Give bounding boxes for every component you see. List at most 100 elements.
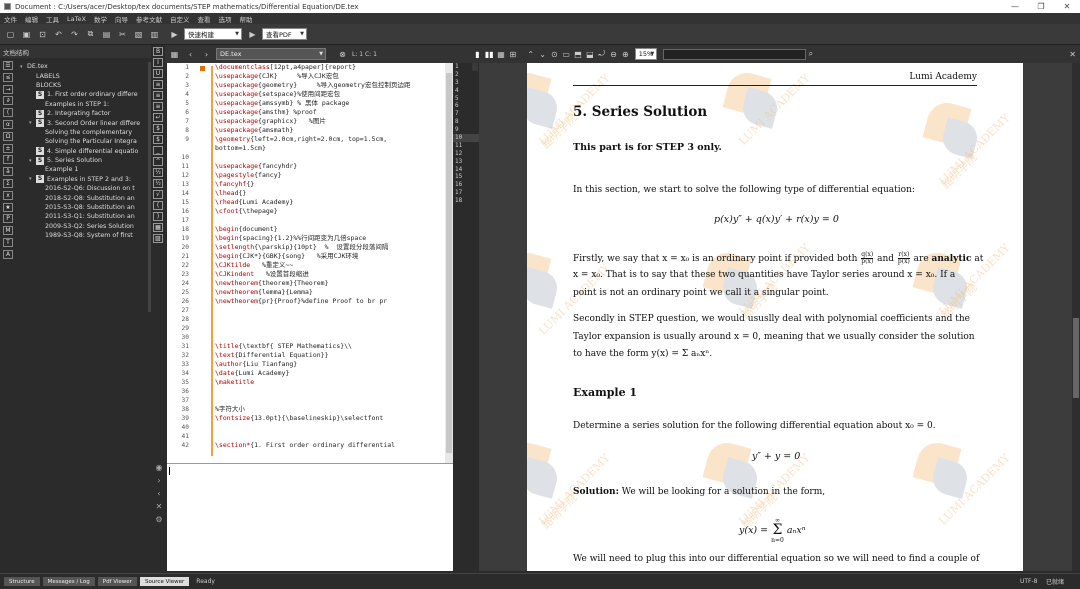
code-line[interactable]: \usepackage{graphicx} %图片 <box>215 117 453 126</box>
sqrt-icon[interactable]: √ <box>153 190 163 199</box>
code-line[interactable] <box>215 432 453 441</box>
structure-tree-item[interactable]: Solving the Particular Integra <box>20 137 150 146</box>
chevron-down-icon[interactable]: ⌄ <box>538 48 547 61</box>
close-icon[interactable]: ✕ <box>1068 48 1077 61</box>
asymptote-icon[interactable]: A <box>3 249 13 259</box>
inline-math-icon[interactable]: $ <box>153 124 163 133</box>
right-icon[interactable]: ) <box>153 212 163 221</box>
gear-icon[interactable]: ⚙ <box>153 515 165 528</box>
code-line[interactable]: \fontsize{13.0pt}{\baselineskip}\selectf… <box>215 414 453 423</box>
save-icon[interactable]: ▣ <box>20 28 33 41</box>
maximize-button[interactable]: ❐ <box>1028 0 1054 13</box>
fit-width-icon[interactable]: ⊙ <box>550 48 559 61</box>
menu-item[interactable]: 自定义 <box>170 14 190 24</box>
pdf-line-number[interactable]: 13 <box>453 158 479 166</box>
find-icon[interactable]: ▧ <box>132 28 145 41</box>
fraction-icon[interactable]: ½ <box>153 168 163 177</box>
pdf-line-number[interactable]: 17 <box>453 189 479 197</box>
pdf-line-number[interactable]: 14 <box>453 166 479 174</box>
close-tab-icon[interactable]: ⊗ <box>336 48 349 61</box>
code-line[interactable] <box>215 315 453 324</box>
structure-tree-item[interactable]: 2011-S3-Q1: Substitution an <box>20 212 150 221</box>
structure-tree-item[interactable]: BLOCKS <box>20 81 150 90</box>
replace-icon[interactable]: ▥ <box>148 28 161 41</box>
run-build-icon[interactable]: ▶ <box>168 28 181 41</box>
paste-icon[interactable]: ▤ <box>100 28 113 41</box>
image-icon[interactable]: ▨ <box>153 234 163 243</box>
zoom-out-icon[interactable]: ⊖ <box>609 48 618 61</box>
structure-tree-item[interactable]: ▾ S 5. Series Solution <box>20 156 150 165</box>
code-line[interactable]: \author{Liu Tianfang} <box>215 360 453 369</box>
search-icon[interactable]: ⌕ <box>806 48 815 61</box>
code-line[interactable]: \usepackage{amsmath} <box>215 126 453 135</box>
italic-icon[interactable]: I <box>153 58 163 67</box>
code-line[interactable]: \documentclass[12pt,a4paper]{report} <box>215 63 453 72</box>
code-line[interactable]: \CJKtilde %重定义~~ <box>215 261 453 270</box>
chevron-right-icon[interactable]: › <box>153 476 165 489</box>
minimize-button[interactable]: — <box>1002 0 1028 13</box>
code-line[interactable]: \newtheorem{theorem}{Theorem} <box>215 279 453 288</box>
structure-toggle-icon[interactable]: ▦ <box>168 48 181 61</box>
chevron-down-icon[interactable]: ▾ <box>29 158 36 164</box>
code-line[interactable] <box>215 396 453 405</box>
page-layout-icon[interactable]: ▦ <box>497 48 506 61</box>
structure-tree-item[interactable]: Examples in STEP 1: <box>20 100 150 109</box>
formula-icon[interactable]: x <box>3 190 13 200</box>
superscript-icon[interactable]: ^ <box>153 157 163 166</box>
code-line[interactable]: \begin{CJK*}{GBK}{song} %采用CJK环境 <box>215 252 453 261</box>
structure-tree-item[interactable]: 2015-S3-Q8: Substitution an <box>20 203 150 212</box>
pdf-line-number[interactable]: 2 <box>453 71 479 79</box>
tikz-icon[interactable]: T <box>3 237 13 247</box>
misc-math-icon[interactable]: ∂ <box>3 96 13 106</box>
align-right-icon[interactable]: ≡ <box>153 102 163 111</box>
pdf-line-number[interactable]: 5 <box>453 95 479 103</box>
code-line[interactable]: \cfoot{\thepage} <box>215 207 453 216</box>
code-line[interactable]: \usepackage{amssymb} % 黑体 package <box>215 99 453 108</box>
relation-icon[interactable]: ≤ <box>3 72 13 82</box>
status-encoding[interactable]: UTF-8 <box>1020 578 1038 585</box>
pdf-viewer[interactable]: LUMI ACADEMY 路明学院 LUMI ACADEMY LUMI ACAD… <box>479 63 1080 571</box>
panel-tab[interactable]: Source Viewer <box>139 577 190 586</box>
table-icon[interactable]: ▦ <box>153 223 163 232</box>
align-left-icon[interactable]: ≡ <box>153 80 163 89</box>
cut-icon[interactable]: ✂ <box>116 28 129 41</box>
structure-tree-item[interactable]: Example 1 <box>20 165 150 174</box>
fit-page-icon[interactable]: ▭ <box>562 48 571 61</box>
code-line[interactable]: \usepackage{fancyhdr} <box>215 162 453 171</box>
bold-icon[interactable]: B <box>153 47 163 56</box>
menu-item[interactable]: 数学 <box>94 14 107 24</box>
build-select[interactable]: 快速构建 ▼ <box>184 28 242 40</box>
code-line[interactable]: \setlength{\parskip}{10pt} % 设置段分段落间隔 <box>215 243 453 252</box>
view-select[interactable]: 查看PDF ▼ <box>262 28 307 40</box>
code-line[interactable] <box>215 387 453 396</box>
new-file-icon[interactable]: ▢ <box>4 28 17 41</box>
code-line[interactable]: \begin{document} <box>215 225 453 234</box>
menu-item[interactable]: 查看 <box>197 14 210 24</box>
pdf-scrollbar-thumb[interactable] <box>1073 318 1079 398</box>
view-pdf-icon[interactable]: ▶ <box>246 28 259 41</box>
code-line[interactable]: \usepackage{amsthm} %proof <box>215 108 453 117</box>
pdf-line-number[interactable]: 15 <box>453 173 479 181</box>
structure-tree-item[interactable]: ▾ S Examples in STEP 2 and 3: <box>20 175 150 184</box>
pdf-search-input[interactable] <box>663 48 807 60</box>
editor-scrollbar-thumb[interactable] <box>446 73 452 453</box>
pdf-line-number[interactable]: 3 <box>453 79 479 87</box>
menu-item[interactable]: 选项 <box>218 14 231 24</box>
code-line[interactable] <box>215 153 453 162</box>
arrow-icon[interactable]: → <box>3 84 13 94</box>
copy-icon[interactable]: ⧉ <box>84 28 97 41</box>
structure-icon[interactable]: ☰ <box>3 61 13 70</box>
close-window-button[interactable]: ✕ <box>1054 0 1080 13</box>
code-line[interactable]: \maketitle <box>215 378 453 387</box>
sum-icon[interactable]: Σ <box>3 178 13 188</box>
code-line[interactable] <box>215 216 453 225</box>
undo-icon[interactable]: ↶ <box>52 28 65 41</box>
redo-icon[interactable]: ↷ <box>68 28 81 41</box>
pdf-line-number[interactable]: 12 <box>453 150 479 158</box>
code-line[interactable]: \newtheorem{lemma}{Lemma} <box>215 288 453 297</box>
menu-item[interactable]: 文件 <box>4 14 17 24</box>
code-line[interactable] <box>215 333 453 342</box>
pdf-line-number[interactable]: 16 <box>453 181 479 189</box>
structure-tree-item[interactable]: 2009-S3-Q2: Series Solution <box>20 222 150 231</box>
display-math-icon[interactable]: $ <box>153 135 163 144</box>
